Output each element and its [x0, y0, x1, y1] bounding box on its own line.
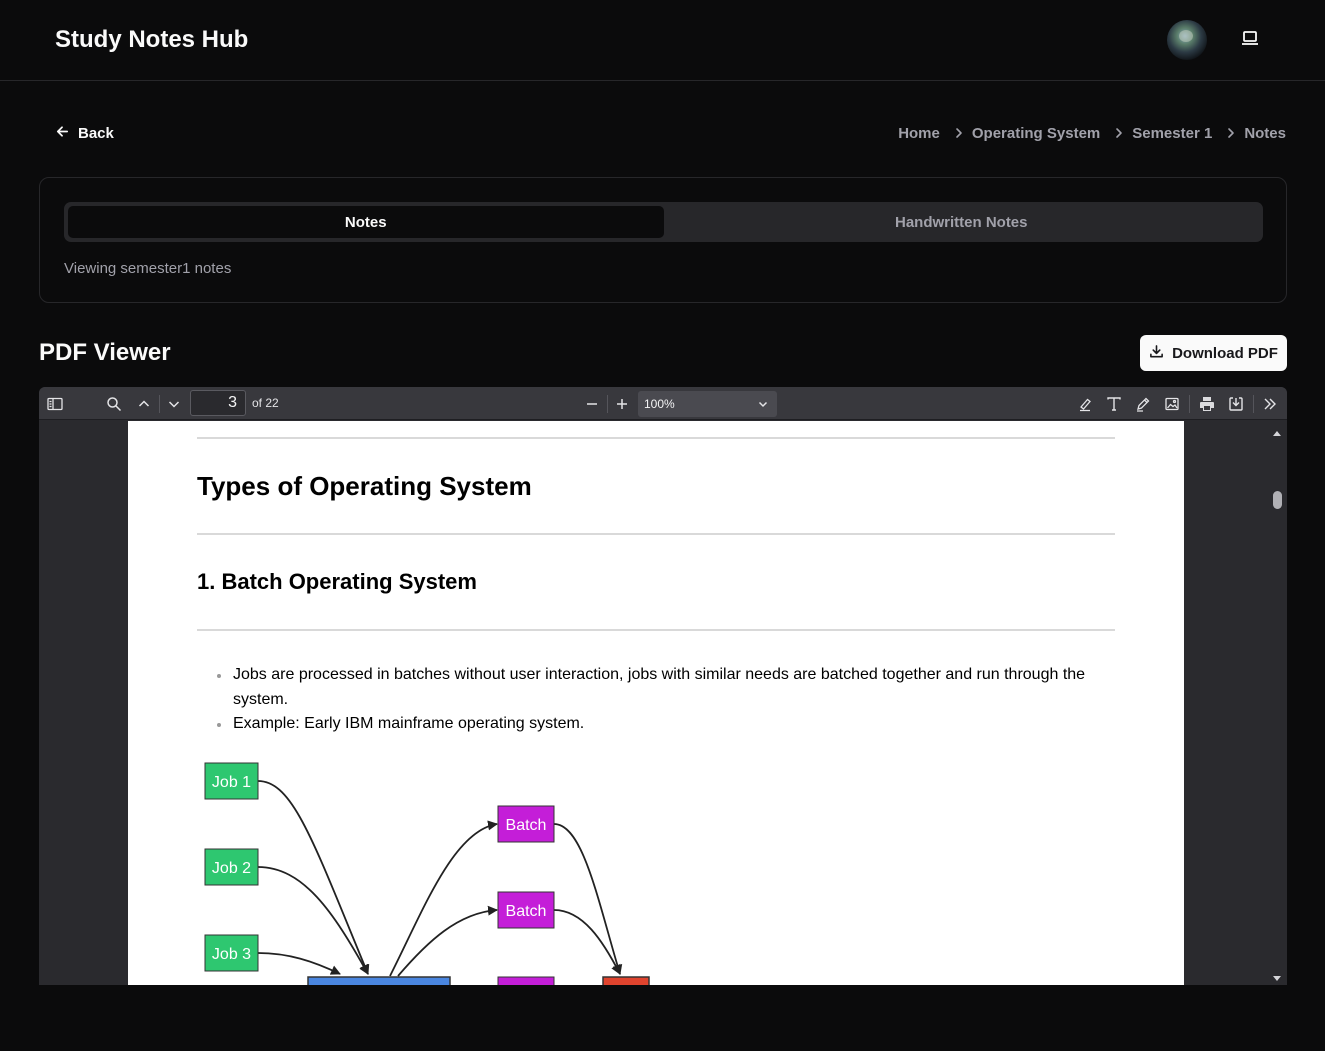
- app-title[interactable]: Study Notes Hub: [55, 26, 248, 54]
- back-label: Back: [78, 124, 114, 142]
- scroll-up-arrow[interactable]: [1272, 424, 1282, 442]
- breadcrumb: Home Operating System Semester 1 Notes: [898, 122, 1286, 144]
- zoom-in-icon[interactable]: [611, 393, 633, 415]
- job-node: Job 2: [204, 848, 259, 886]
- batch-os-diagram: Job 1 Job 2 Job 3 Batch Batch: [204, 762, 650, 985]
- search-icon[interactable]: [103, 393, 125, 415]
- zoom-select[interactable]: 100%: [638, 391, 777, 417]
- arrow-left-icon: [55, 124, 70, 143]
- pdf-toolbar: of 22 100%: [39, 387, 1287, 420]
- batch-label: Batch: [506, 903, 547, 920]
- chevron-up-icon[interactable]: [133, 393, 155, 415]
- sidebar-toggle-icon[interactable]: [44, 393, 66, 415]
- tab-notes[interactable]: Notes: [68, 206, 664, 238]
- job-node: Job 3: [204, 934, 259, 972]
- download-pdf-button[interactable]: Download PDF: [1140, 335, 1287, 371]
- draw-icon[interactable]: [1132, 393, 1154, 415]
- chevron-down-icon: [757, 398, 769, 413]
- output-node-partial: [602, 976, 650, 985]
- theme-toggle-button[interactable]: [1232, 22, 1268, 58]
- laptop-icon: [1241, 30, 1259, 51]
- batch-node: Batch: [497, 805, 555, 843]
- pdf-viewer-title: PDF Viewer: [39, 339, 171, 366]
- job-label: Job 2: [212, 860, 251, 877]
- download-label: Download PDF: [1172, 344, 1278, 362]
- notes-type-card: Notes Handwritten Notes Viewing semester…: [39, 177, 1287, 303]
- pdf-page: Types of Operating System 1. Batch Opera…: [128, 421, 1184, 985]
- save-icon[interactable]: [1225, 393, 1247, 415]
- viewing-status: Viewing semester1 notes: [64, 260, 232, 277]
- notes-tabs: Notes Handwritten Notes: [64, 202, 1263, 242]
- breadcrumb-home[interactable]: Home: [898, 125, 940, 142]
- page-count: of 22: [252, 396, 279, 410]
- tab-handwritten-notes[interactable]: Handwritten Notes: [664, 206, 1260, 238]
- breadcrumb-subject[interactable]: Operating System: [972, 125, 1100, 142]
- tools-menu-icon[interactable]: [1259, 393, 1281, 415]
- zoom-out-icon[interactable]: [581, 393, 603, 415]
- breadcrumb-semester[interactable]: Semester 1: [1132, 125, 1212, 142]
- job-label: Job 1: [212, 774, 251, 791]
- batch-node: Batch: [497, 891, 555, 929]
- chevron-right-icon: [1114, 127, 1124, 139]
- image-icon[interactable]: [1161, 393, 1183, 415]
- highlight-icon[interactable]: [1073, 393, 1095, 415]
- chevron-down-icon[interactable]: [163, 393, 185, 415]
- download-icon: [1149, 344, 1164, 363]
- scrollbar-thumb[interactable]: [1273, 491, 1282, 509]
- avatar[interactable]: [1167, 20, 1207, 60]
- job-label: Job 3: [212, 946, 251, 963]
- chevron-right-icon: [1226, 127, 1236, 139]
- text-tool-icon[interactable]: [1103, 393, 1125, 415]
- top-bar: Study Notes Hub: [0, 0, 1325, 81]
- job-node: Job 1: [204, 762, 259, 800]
- processor-node-partial: [307, 976, 451, 985]
- breadcrumb-notes[interactable]: Notes: [1244, 125, 1286, 142]
- back-button[interactable]: Back: [55, 122, 114, 144]
- pdf-viewer: of 22 100%: [39, 387, 1287, 985]
- chevron-right-icon: [954, 127, 964, 139]
- zoom-value: 100%: [644, 397, 675, 411]
- batch-node-partial: [497, 976, 555, 985]
- scroll-down-arrow[interactable]: [1272, 970, 1282, 985]
- page-number-input[interactable]: [190, 390, 246, 416]
- print-icon[interactable]: [1196, 393, 1218, 415]
- batch-label: Batch: [506, 817, 547, 834]
